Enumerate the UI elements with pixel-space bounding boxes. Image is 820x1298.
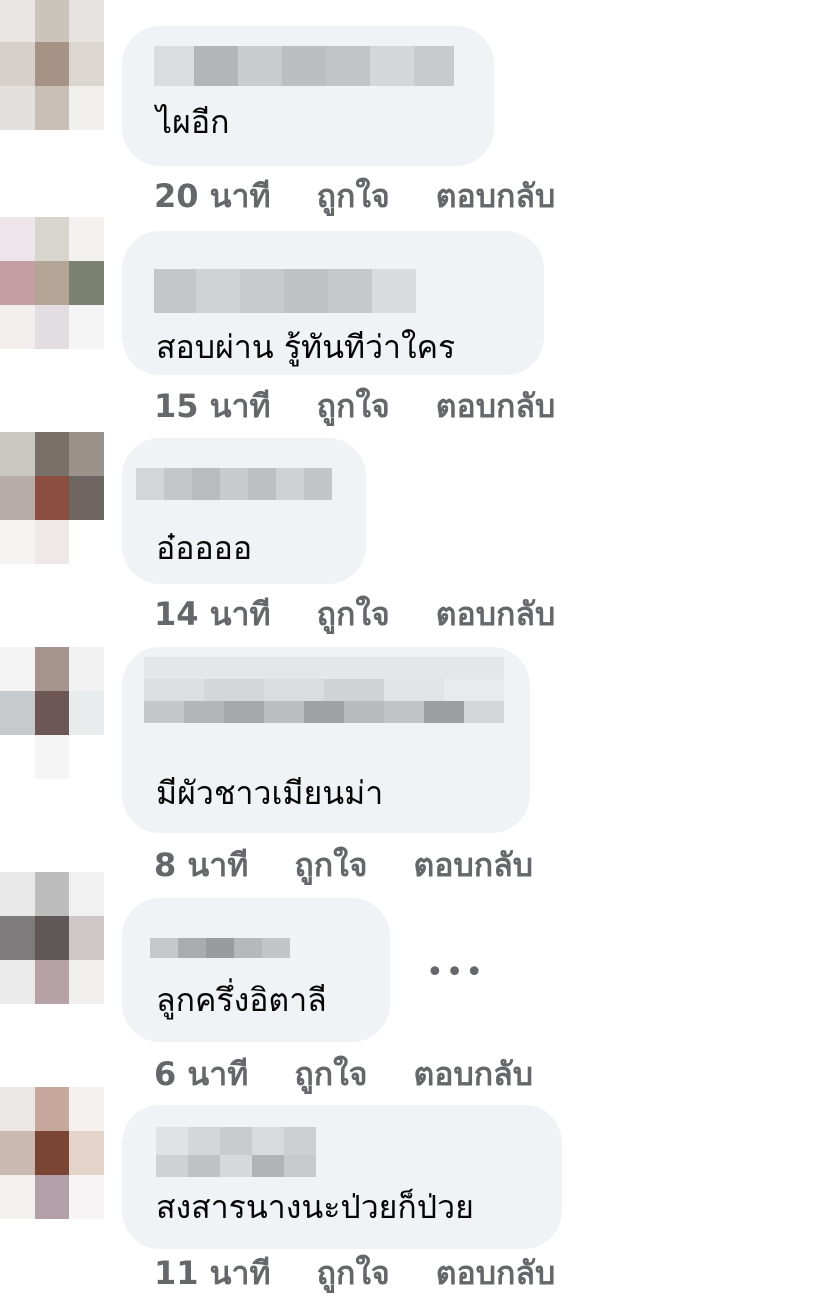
comment-text: สงสารนางนะป่วยก็ป่วย — [156, 1188, 474, 1226]
comment-timestamp[interactable]: 14 นาที — [154, 598, 271, 630]
comment-bubble: มีผัวชาวเมียนม่า — [122, 647, 530, 833]
comment-text: ลูกครึ่งอิตาลี — [156, 981, 327, 1019]
comment-item: อ๋ออออ 14 นาที ถูกใจ ตอบกลับ — [0, 430, 820, 645]
comment-item: มีผัวชาวเมียนม่า 8 นาที ถูกใจ ตอบกลับ — [0, 645, 820, 881]
reply-button[interactable]: ตอบกลับ — [436, 1257, 556, 1289]
avatar[interactable] — [0, 1087, 104, 1219]
reply-button[interactable]: ตอบกลับ — [436, 598, 556, 630]
like-button[interactable]: ถูกใจ — [317, 390, 390, 422]
comment-meta: 14 นาที ถูกใจ ตอบกลับ — [154, 598, 555, 630]
comment-item: ไผอีก 20 นาที ถูกใจ ตอบกลับ — [0, 0, 820, 215]
comment-bubble: อ๋ออออ — [122, 438, 366, 584]
reply-button[interactable]: ตอบกลับ — [436, 390, 556, 422]
reply-button[interactable]: ตอบกลับ — [436, 180, 556, 212]
comment-bubble: ลูกครึ่งอิตาลี — [122, 898, 390, 1042]
comment-text: อ๋ออออ — [156, 529, 253, 567]
like-button[interactable]: ถูกใจ — [317, 598, 390, 630]
comment-timestamp[interactable]: 11 นาที — [154, 1257, 271, 1289]
comment-text: มีผัวชาวเมียนม่า — [156, 774, 384, 812]
author-name-blurred[interactable] — [156, 1127, 316, 1177]
comment-text: ไผอีก — [156, 103, 230, 141]
author-name-blurred[interactable] — [154, 269, 416, 313]
author-name-blurred[interactable] — [150, 938, 298, 958]
author-name-blurred[interactable] — [154, 46, 470, 86]
comment-meta: 15 นาที ถูกใจ ตอบกลับ — [154, 390, 555, 422]
comment-timestamp[interactable]: 15 นาที — [154, 390, 271, 422]
like-button[interactable]: ถูกใจ — [317, 180, 390, 212]
avatar[interactable] — [0, 217, 104, 349]
comment-meta: 20 นาที ถูกใจ ตอบกลับ — [154, 180, 555, 212]
avatar[interactable] — [0, 872, 104, 1004]
comment-meta: 11 นาที ถูกใจ ตอบกลับ — [154, 1257, 555, 1289]
avatar[interactable] — [0, 432, 104, 564]
comment-timestamp[interactable]: 20 นาที — [154, 180, 271, 212]
author-name-blurred[interactable] — [144, 657, 504, 723]
comment-item: สอบผ่าน รู้ทันทีว่าใคร 15 นาที ถูกใจ ตอบ… — [0, 215, 820, 430]
avatar[interactable] — [0, 0, 104, 130]
more-options-icon[interactable]: ••• — [426, 958, 485, 988]
comment-bubble: สอบผ่าน รู้ทันทีว่าใคร — [122, 231, 544, 375]
avatar[interactable] — [0, 647, 104, 779]
comment-item: สงสารนางนะป่วยก็ป่วย 11 นาที ถูกใจ ตอบกล… — [0, 1085, 820, 1298]
like-button[interactable]: ถูกใจ — [317, 1257, 390, 1289]
author-name-blurred[interactable] — [136, 468, 336, 500]
comment-bubble: ไผอีก — [122, 26, 494, 166]
comment-item: ลูกครึ่งอิตาลี ••• 6 นาที ถูกใจ ตอบกลับ — [0, 870, 820, 1090]
comment-bubble: สงสารนางนะป่วยก็ป่วย — [122, 1105, 562, 1249]
comment-text: สอบผ่าน รู้ทันทีว่าใคร — [156, 328, 456, 366]
